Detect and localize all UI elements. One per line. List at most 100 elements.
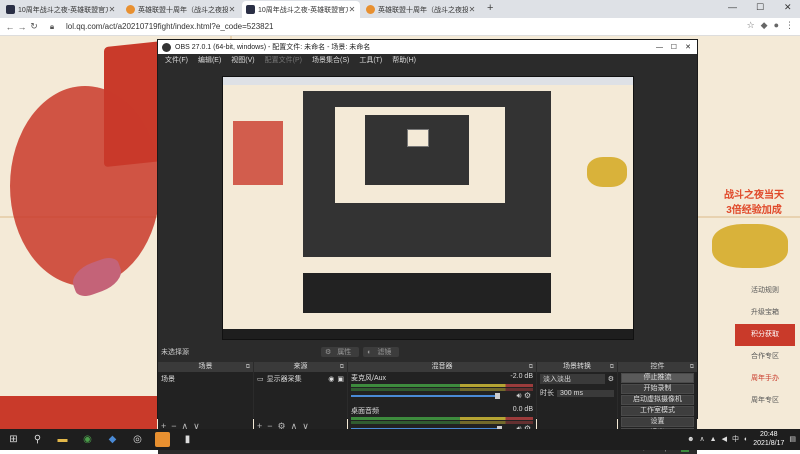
windows-start-icon[interactable]: ⊞ [6, 432, 21, 447]
controls-title: 控件 [650, 363, 665, 370]
start-recording-button[interactable]: 开始录制 [621, 384, 694, 394]
menu-edit[interactable]: 编辑(E) [198, 55, 221, 65]
browser-tab-bar: 10周年战斗之夜-英雄联盟官方网站 ✕ 英雄联盟十周年（战斗之夜投票） ✕ 10… [0, 0, 800, 18]
orange-favicon-icon [366, 5, 375, 14]
ime-indicator[interactable]: 中 [732, 434, 739, 444]
browser-toolbar: ☆ ◆ ● ⋮ [747, 20, 794, 31]
gold-coins-decor [712, 224, 788, 268]
dock-undock-icon[interactable]: ⧉ [529, 362, 533, 372]
menu-file[interactable]: 文件(F) [165, 55, 188, 65]
duration-field[interactable]: 300 ms [557, 389, 614, 397]
app-icon[interactable]: ◆ [105, 432, 120, 447]
obs-taskbar-icon[interactable]: ◎ [130, 432, 145, 447]
side-nav-item[interactable]: 周年专区 [735, 390, 795, 412]
close-icon[interactable]: ✕ [228, 5, 236, 14]
profile-icon[interactable]: ● [774, 20, 779, 31]
preview-nested-obs [365, 115, 469, 185]
network-icon[interactable]: ▲ [710, 436, 717, 443]
lock-icon[interactable]: ▣ [337, 375, 344, 383]
start-virtual-camera-button[interactable]: 启动虚拟摄像机 [621, 395, 694, 405]
scenes-title: 场景 [198, 363, 213, 370]
chevron-up-icon[interactable]: ∧ [700, 435, 705, 443]
settings-button[interactable]: 设置 [621, 417, 694, 427]
side-nav-item[interactable]: 活动规则 [735, 280, 795, 302]
clock[interactable]: 20:48 2021/8/17 [753, 430, 784, 448]
lol-favicon-icon [246, 5, 255, 14]
tray-app-icon[interactable]: ☻ [687, 436, 694, 443]
gear-icon[interactable]: ⚙ [608, 375, 614, 383]
volume-icon[interactable]: ◀ [722, 435, 727, 443]
browser-tab-4[interactable]: 英雄联盟十周年（战斗之夜投票） ✕ [362, 1, 480, 18]
extension-icon[interactable]: ◆ [761, 20, 768, 31]
lol-client-icon[interactable]: ▮ [180, 432, 195, 447]
obs-preview[interactable] [222, 76, 634, 340]
maximize-icon[interactable]: ☐ [756, 2, 764, 13]
no-source-label: 未选择源 [161, 349, 189, 356]
menu-profile[interactable]: 配置文件(P) [265, 55, 302, 65]
gear-icon[interactable]: ⚙ [524, 391, 531, 400]
menu-tools[interactable]: 工具(T) [359, 55, 382, 65]
chrome-icon[interactable]: ◉ [80, 432, 95, 447]
preview-browser-bar [223, 77, 633, 85]
obs-logo-icon [162, 42, 171, 52]
tab-title: 英雄联盟十周年（战斗之夜投票） [138, 6, 228, 14]
url-field[interactable]: lol.qq.com/act/a20210719fight/index.html… [66, 22, 274, 31]
notification-icon[interactable]: ▤ [789, 435, 796, 443]
studio-mode-button[interactable]: 工作室模式 [621, 406, 694, 416]
menu-scene-collection[interactable]: 场景集合(S) [312, 55, 349, 65]
menu-help[interactable]: 帮助(H) [392, 55, 416, 65]
minimize-icon[interactable]: — [656, 44, 663, 51]
back-icon[interactable]: ← [4, 22, 16, 32]
dock-undock-icon[interactable]: ⧉ [610, 362, 614, 372]
eye-icon[interactable]: ◉ [328, 375, 334, 383]
scene-item[interactable]: 场景 [161, 374, 250, 384]
close-icon[interactable]: ✕ [108, 5, 116, 14]
obs-title-bar: OBS 27.0.1 (64-bit, windows) - 配置文件: 未命名… [158, 40, 697, 54]
preview-gold-decor [587, 157, 627, 187]
channel-name: 桌面音频 [351, 408, 379, 415]
side-nav-item[interactable]: 积分获取 [735, 324, 795, 346]
channel-db: 0.0 dB [512, 406, 533, 413]
star-icon[interactable]: ☆ [747, 20, 755, 31]
dock-undock-icon[interactable]: ⧉ [246, 362, 250, 372]
side-nav-item[interactable]: 升级宝箱 [735, 302, 795, 324]
right-banner: 战斗之夜当天 3倍经验加成 [724, 190, 784, 216]
browser-tab-1[interactable]: 10周年战斗之夜-英雄联盟官方网站 ✕ [2, 1, 120, 18]
stop-streaming-button[interactable]: 停止推流 [621, 373, 694, 383]
dock-undock-icon[interactable]: ⧉ [340, 362, 344, 372]
close-window-icon[interactable]: ✕ [784, 2, 792, 13]
side-nav-item[interactable]: 周年手办 [735, 368, 795, 390]
filters-button[interactable]: ◐ 滤镜 [363, 347, 400, 357]
search-icon[interactable]: ⚲ [30, 432, 45, 447]
file-explorer-icon[interactable]: ▬ [55, 432, 70, 447]
dock-undock-icon[interactable]: ⧉ [690, 362, 694, 372]
volume-slider[interactable]: 🔊︎ ⚙ [351, 391, 533, 400]
properties-button[interactable]: ⚙ 属性 [321, 347, 360, 357]
close-icon[interactable]: ✕ [348, 5, 356, 14]
new-tab-icon[interactable]: + [487, 2, 493, 14]
close-icon[interactable]: ✕ [685, 43, 691, 51]
tab-title: 英雄联盟十周年（战斗之夜投票） [378, 6, 468, 14]
menu-view[interactable]: 视图(V) [231, 55, 254, 65]
controls-dock: 控件⧉ 停止推流 开始录制 启动虚拟摄像机 工作室模式 设置 退出 [618, 362, 697, 438]
browser-tab-2[interactable]: 英雄联盟十周年（战斗之夜投票） ✕ [122, 1, 240, 18]
system-tray: ☻ ∧ ▲ ◀ 中 ◐ 20:48 2021/8/17 ▤ [687, 430, 796, 448]
input-mode-icon[interactable]: ◐ [744, 436, 748, 443]
browser-tab-3[interactable]: 10周年战斗之夜-英雄联盟官方网站 ✕ [242, 1, 360, 18]
minimize-icon[interactable]: — [728, 2, 737, 12]
close-icon[interactable]: ✕ [468, 5, 476, 14]
bottom-decor [0, 396, 157, 429]
reload-icon[interactable]: ↻ [28, 21, 40, 32]
taskbar: ⊞ ⚲ ▬ ◉ ◆ ◎ ▮ ☻ ∧ ▲ ◀ 中 ◐ 20:48 2021/8/1… [0, 429, 800, 450]
game-app-icon[interactable] [155, 432, 170, 447]
preview-red-decor [233, 121, 283, 185]
side-nav-item[interactable]: 合作专区 [735, 346, 795, 368]
maximize-icon[interactable]: ☐ [671, 43, 677, 51]
forward-icon[interactable]: → [16, 22, 28, 32]
speaker-icon[interactable]: 🔊︎ [517, 391, 522, 400]
side-nav: 活动规则 升级宝箱 积分获取 合作专区 周年手办 周年专区 [735, 280, 795, 412]
source-item[interactable]: 显示器采集 [267, 374, 302, 384]
menu-icon[interactable]: ⋮ [785, 20, 794, 31]
mixer-channel-desktop: 桌面音频0.0 dB 🔊︎ ⚙ [348, 405, 536, 433]
transition-select[interactable]: 淡入淡出 [540, 374, 605, 384]
